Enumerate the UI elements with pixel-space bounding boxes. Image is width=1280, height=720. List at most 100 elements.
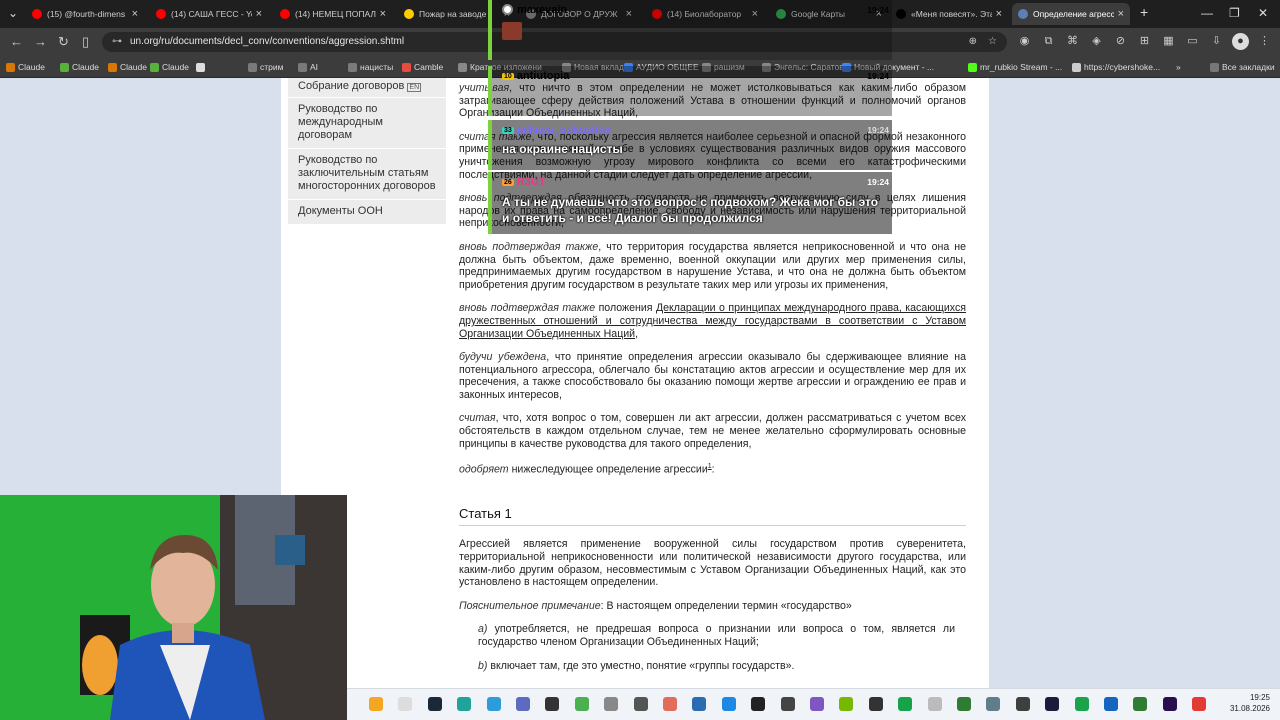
extension-icon[interactable]: ▦ [1160, 33, 1177, 50]
bookmark-icon [348, 62, 357, 72]
app-icon[interactable] [721, 697, 736, 711]
bookmark-item[interactable]: Claude [150, 60, 189, 74]
bookmark-icon [6, 62, 15, 72]
app-icon[interactable] [1015, 697, 1030, 711]
extension-icon[interactable]: ▭ [1184, 33, 1201, 50]
bookmark-icon [60, 62, 69, 72]
bookmark-icon [298, 62, 307, 72]
tab-search-icon[interactable]: ⌄ [8, 6, 18, 20]
close-tab-icon[interactable]: × [380, 8, 386, 20]
preamble-paragraph: будучи убеждена, что принятие определени… [459, 351, 966, 401]
sidebar-item-treaty-collection[interactable]: Собрание договоров EN [288, 78, 446, 98]
bookmark-item[interactable]: AI [298, 60, 318, 74]
app-icon[interactable] [1074, 697, 1089, 711]
tab-1[interactable]: (15) @fourth-dimens × [26, 3, 144, 25]
app-icon[interactable] [1133, 697, 1148, 711]
gallery-icon[interactable] [604, 697, 619, 711]
sidebar-item-un-documents[interactable]: Документы ООН [288, 200, 446, 225]
chat-accent-bar [488, 172, 492, 234]
capcut-icon[interactable] [751, 697, 766, 711]
chat-accent-bar [488, 0, 492, 60]
bookmark-item[interactable]: Claude [108, 60, 147, 74]
chrome-icon[interactable] [1192, 697, 1207, 711]
extension-icon[interactable]: ⊞ [1136, 33, 1153, 50]
tab-9[interactable]: Определение агресси × [1012, 3, 1130, 25]
menu-icon[interactable]: ⋮ [1256, 33, 1273, 50]
app-icon[interactable] [663, 697, 677, 711]
close-tab-icon[interactable]: × [256, 8, 262, 20]
chatgpt-icon[interactable] [780, 697, 795, 711]
bookmark-item[interactable]: mr_rubkio Stream - ... [968, 60, 1062, 74]
note-item-a: а) употребляется, не предрешая вопроса о… [478, 623, 955, 648]
zoom-icon[interactable]: ⊕ [969, 32, 977, 52]
bookmark-icon [150, 62, 159, 72]
site-info-icon[interactable]: ⊶ [112, 32, 122, 52]
split-view-icon[interactable]: ▯ [82, 34, 89, 50]
close-tab-icon[interactable]: × [1118, 8, 1124, 20]
bookmark-item[interactable] [196, 60, 208, 74]
bookmark-item[interactable]: https://cybershoke... [1072, 60, 1160, 74]
extension-icon[interactable]: ◉ [1016, 33, 1033, 50]
explanatory-note: Пояснительное примечание: В настоящем оп… [459, 599, 852, 612]
app-icon[interactable] [1045, 697, 1060, 711]
app-icon[interactable] [986, 697, 1001, 711]
forward-icon[interactable]: → [34, 34, 47, 50]
english-icon: EN [407, 83, 422, 92]
maximize-icon[interactable]: ❐ [1229, 6, 1240, 20]
tab-title: (14) САША ГЕСС - Yo [171, 9, 252, 19]
reload-icon[interactable]: ↻ [58, 34, 69, 50]
profile-avatar-icon[interactable]: ● [1232, 33, 1249, 50]
extension-icon[interactable]: ⌘ [1064, 33, 1081, 50]
folder-icon [1210, 62, 1219, 72]
app-icon[interactable] [898, 697, 913, 711]
back-icon[interactable]: ← [10, 34, 23, 50]
close-tab-icon[interactable]: × [132, 8, 138, 20]
file-icon[interactable] [398, 697, 413, 711]
bookmark-item[interactable]: Claude [60, 60, 99, 74]
bookmarks-overflow-icon[interactable]: » [1176, 60, 1181, 74]
tab-2[interactable]: (14) САША ГЕСС - Yo × [150, 3, 268, 25]
terminal-icon[interactable] [545, 697, 560, 711]
sidebar-item-treaty-handbook[interactable]: Руководство по международным договорам [288, 98, 446, 149]
nvidia-icon[interactable] [839, 697, 854, 711]
bookmark-item[interactable]: Claude [6, 60, 45, 74]
tab-3[interactable]: (14) НЕМЕЦ ПОПАЛ × [274, 3, 392, 25]
preamble-paragraph: считая, что, хотя вопрос о том, совершен… [459, 412, 966, 450]
premiere-icon[interactable] [1162, 697, 1177, 711]
app-icon[interactable] [486, 697, 501, 711]
system-clock[interactable]: 19:25 31.08.2026 [1230, 692, 1270, 714]
bookmark-item[interactable]: нацисты [348, 60, 393, 74]
minimize-icon[interactable]: — [1201, 6, 1213, 20]
sidebar-item-final-clauses[interactable]: Руководство по заключительным статьям мн… [288, 149, 446, 200]
recycle-icon[interactable] [516, 697, 530, 711]
app-icon[interactable] [1104, 697, 1118, 711]
app-icon[interactable] [810, 697, 824, 711]
extension-icon[interactable]: ⇩ [1208, 33, 1225, 50]
close-window-icon[interactable]: ✕ [1258, 6, 1268, 20]
bookmark-item[interactable]: стрим [248, 60, 283, 74]
app-icon[interactable] [927, 697, 942, 711]
app-icon[interactable] [957, 697, 971, 711]
app-icon[interactable] [633, 697, 648, 711]
bookmark-icon [402, 62, 411, 72]
tab-8[interactable]: «Меня повесят». Эта × [890, 3, 1008, 25]
game-icon[interactable] [574, 697, 589, 711]
new-tab-button[interactable]: + [1140, 4, 1148, 20]
extensions-icon[interactable]: ⧉ [1040, 33, 1057, 50]
tab-title: (15) @fourth-dimens [47, 9, 126, 19]
app-icon[interactable] [868, 697, 883, 711]
steam-icon[interactable] [427, 697, 442, 711]
chat-message: maxevain 19:24 [488, 0, 892, 60]
bookmark-icon [1072, 62, 1081, 72]
close-tab-icon[interactable]: × [996, 8, 1002, 20]
bookmark-item[interactable]: Camble [402, 60, 443, 74]
edge-icon[interactable] [457, 697, 472, 711]
extension-icon[interactable]: ◈ [1088, 33, 1105, 50]
all-bookmarks[interactable]: Все закладки [1210, 60, 1275, 74]
app-icon[interactable] [692, 697, 707, 711]
bookmark-icon [108, 62, 117, 72]
youtube-icon [280, 9, 290, 19]
start-icon[interactable] [369, 697, 383, 711]
extension-icon[interactable]: ⊘ [1112, 33, 1129, 50]
bookmark-star-icon[interactable]: ☆ [988, 32, 997, 52]
